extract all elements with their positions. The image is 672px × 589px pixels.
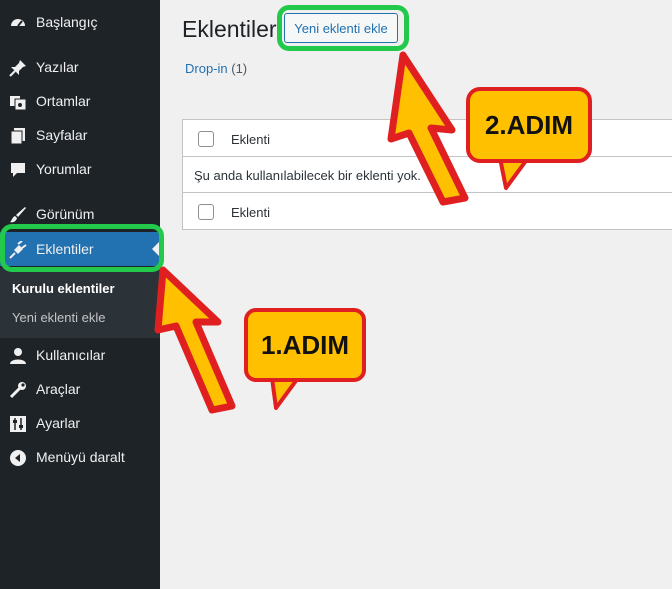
callout-step1: 1.ADIM — [244, 308, 366, 382]
admin-sidebar: Başlangıç Yazılar Ortamlar Sayfalar Yoru… — [0, 0, 160, 589]
callout-tail-step1 — [270, 376, 300, 410]
page-title: Eklentiler — [182, 16, 277, 42]
pages-icon — [8, 126, 28, 146]
submenu-item-installed-plugins[interactable]: Kurulu eklentiler — [12, 281, 115, 296]
sidebar-item-label: Kullanıcılar — [36, 347, 106, 363]
sidebar-item-label: Yorumlar — [36, 161, 92, 177]
media-icon — [8, 92, 28, 112]
sidebar-item-media[interactable]: Ortamlar — [0, 84, 160, 118]
table-footer-row: Eklenti — [183, 193, 672, 230]
pin-icon — [8, 58, 28, 78]
dropin-count: (1) — [231, 61, 248, 76]
arrow-step1 — [154, 266, 236, 414]
sidebar-item-label: Görünüm — [36, 206, 95, 222]
highlight-box-add-new — [277, 5, 409, 51]
table-header-row: Eklenti — [183, 120, 672, 157]
plugins-table: Eklenti Şu anda kullanılabilecek bir ekl… — [182, 119, 672, 230]
column-header-plugin[interactable]: Eklenti — [231, 132, 270, 147]
dropin-filter-link[interactable]: Drop-in — [185, 61, 228, 76]
settings-icon — [8, 414, 28, 434]
sidebar-item-posts[interactable]: Yazılar — [0, 50, 160, 84]
sidebar-item-label: Ortamlar — [36, 93, 91, 109]
plugins-submenu: Kurulu eklentiler Yeni eklenti ekle — [0, 268, 160, 338]
comments-icon — [8, 160, 28, 180]
table-row: Şu anda kullanılabilecek bir eklenti yok… — [183, 157, 672, 193]
appearance-icon — [8, 205, 28, 225]
sidebar-item-label: Menüyü daralt — [36, 449, 125, 465]
tools-icon — [8, 380, 28, 400]
sidebar-item-pages[interactable]: Sayfalar — [0, 118, 160, 152]
empty-message: Şu anda kullanılabilecek bir eklenti yok… — [194, 168, 421, 183]
sidebar-item-dashboard[interactable]: Başlangıç — [0, 5, 160, 39]
sidebar-item-collapse-menu[interactable]: Menüyü daralt — [0, 440, 160, 474]
select-all-footer-checkbox[interactable] — [198, 204, 214, 220]
highlight-box-plugins — [0, 224, 164, 272]
sidebar-item-label: Başlangıç — [36, 14, 98, 30]
sidebar-item-label: Ayarlar — [36, 415, 81, 431]
select-all-checkbox[interactable] — [198, 131, 214, 147]
sidebar-item-label: Yazılar — [36, 59, 79, 75]
dropin-filter: Drop-in (1) — [185, 61, 247, 76]
collapse-icon — [8, 448, 28, 468]
column-footer-plugin[interactable]: Eklenti — [231, 205, 270, 220]
sidebar-item-users[interactable]: Kullanıcılar — [0, 338, 160, 372]
sidebar-item-label: Sayfalar — [36, 127, 88, 143]
submenu-item-add-new-plugin[interactable]: Yeni eklenti ekle — [12, 310, 105, 325]
sidebar-item-settings[interactable]: Ayarlar — [0, 406, 160, 440]
callout-step2: 2.ADIM — [466, 87, 592, 163]
dashboard-icon — [8, 13, 28, 33]
sidebar-item-comments[interactable]: Yorumlar — [0, 152, 160, 186]
users-icon — [8, 346, 28, 366]
sidebar-item-label: Araçlar — [36, 381, 81, 397]
sidebar-item-tools[interactable]: Araçlar — [0, 372, 160, 406]
